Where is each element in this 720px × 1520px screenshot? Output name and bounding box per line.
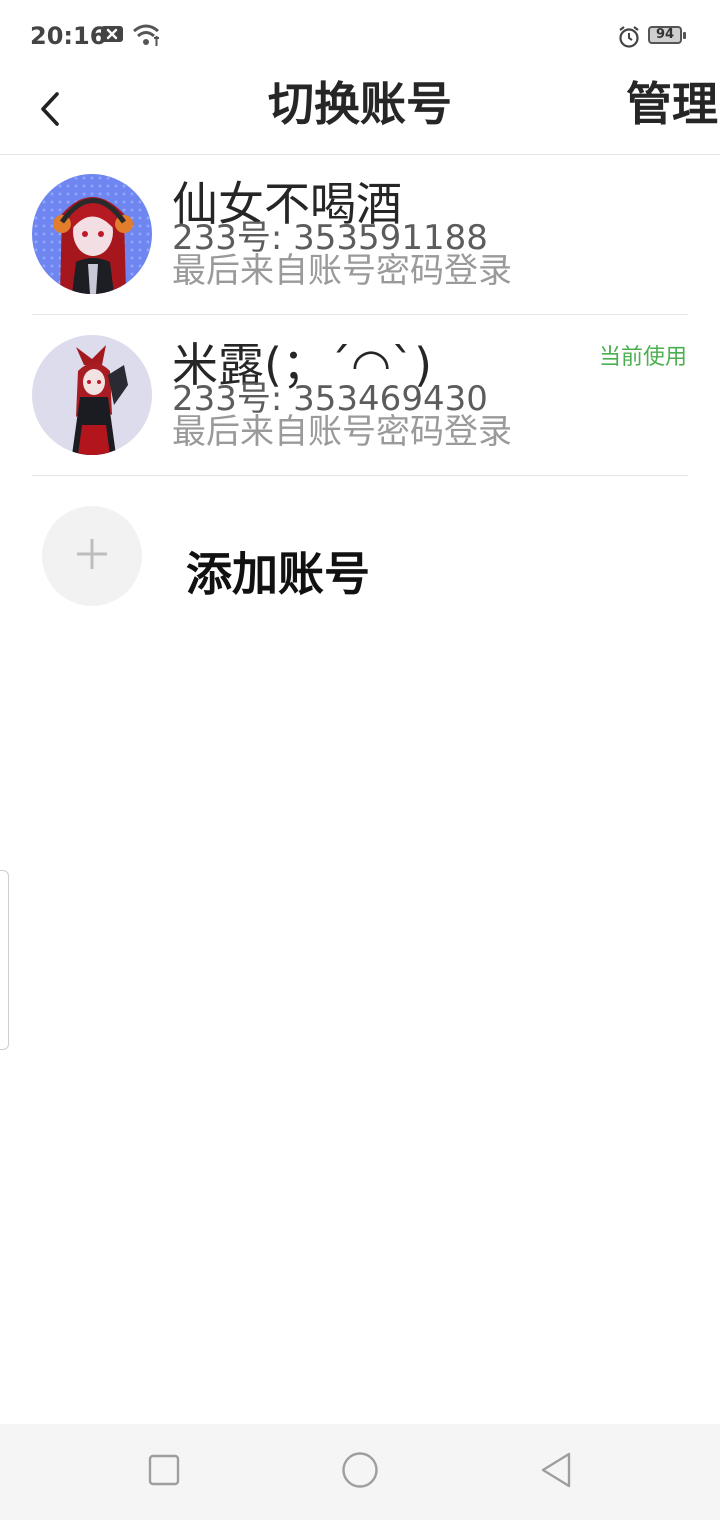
navigation-bar: [0, 1424, 720, 1520]
recents-square-icon: [148, 1454, 180, 1490]
account-item[interactable]: 米露(；´◠`) 233号: 353469430 最后来自账号密码登录 当前使用: [0, 315, 720, 476]
account-login-method: 最后来自账号密码登录: [172, 251, 512, 291]
back-nav-button[interactable]: [534, 1450, 578, 1494]
back-triangle-icon: [539, 1452, 573, 1492]
add-account-label: 添加账号: [186, 547, 370, 601]
header: 切换账号 管理: [0, 72, 720, 155]
status-bar: 20:16 94: [0, 0, 720, 72]
add-account-circle: [42, 506, 142, 606]
battery-icon: 94: [648, 26, 686, 44]
avatar: [32, 174, 152, 294]
account-login-method: 最后来自账号密码登录: [172, 412, 512, 452]
add-account-button[interactable]: 添加账号: [0, 476, 720, 626]
home-button[interactable]: [338, 1450, 382, 1494]
wifi-icon: [132, 22, 160, 52]
avatar: [32, 335, 152, 455]
current-account-badge: 当前使用: [598, 345, 687, 370]
home-circle-icon: [341, 1451, 379, 1493]
alarm-icon: [617, 25, 641, 53]
recents-button[interactable]: [142, 1450, 186, 1494]
status-time: 20:16: [30, 22, 107, 50]
side-drawer-handle[interactable]: [0, 870, 9, 1050]
plus-icon: [75, 537, 109, 575]
page-title: 切换账号: [268, 77, 452, 131]
notification-x-icon: [100, 24, 124, 48]
account-item[interactable]: 仙女不喝酒 233号: 353591188 最后来自账号密码登录: [0, 154, 720, 315]
manage-button[interactable]: 管理: [626, 74, 718, 134]
